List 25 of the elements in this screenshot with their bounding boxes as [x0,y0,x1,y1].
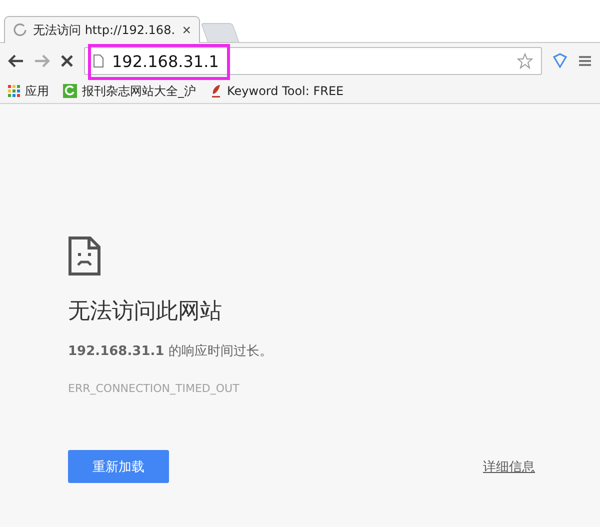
error-heading: 无法访问此网站 [68,298,223,326]
bookmark-item[interactable]: Keyword Tool: FREE [210,84,344,98]
stop-x-icon[interactable] [60,54,74,68]
new-tab-button[interactable] [200,23,240,42]
back-arrow-icon[interactable] [8,54,24,68]
quill-icon [210,84,222,98]
error-code: ERR_CONNECTION_TIMED_OUT [68,382,240,395]
menu-icon[interactable] [578,55,592,67]
bookmark-item[interactable]: 应用 [8,82,49,100]
close-tab-button[interactable]: × [182,22,191,38]
shield-icon[interactable] [552,53,568,69]
reload-button[interactable]: 重新加载 [68,450,169,483]
tab-title: 无法访问 http://192.168. [33,22,176,38]
details-link[interactable]: 详细信息 [483,458,535,476]
star-icon[interactable] [517,53,533,69]
forward-arrow-icon[interactable] [34,54,50,68]
error-message: 192.168.31.1 的响应时间过长。 [68,343,274,360]
address-bar[interactable]: 192.168.31.1 [84,47,542,75]
sad-page-icon [68,236,101,276]
refresh-logo-icon [63,84,77,98]
browser-tab[interactable]: 无法访问 http://192.168. × [4,16,200,43]
address-text: 192.168.31.1 [112,52,219,70]
bookmark-item[interactable]: 报刊杂志网站大全_沪 [63,82,196,100]
page-icon [93,54,104,68]
apps-grid-icon [8,85,20,97]
